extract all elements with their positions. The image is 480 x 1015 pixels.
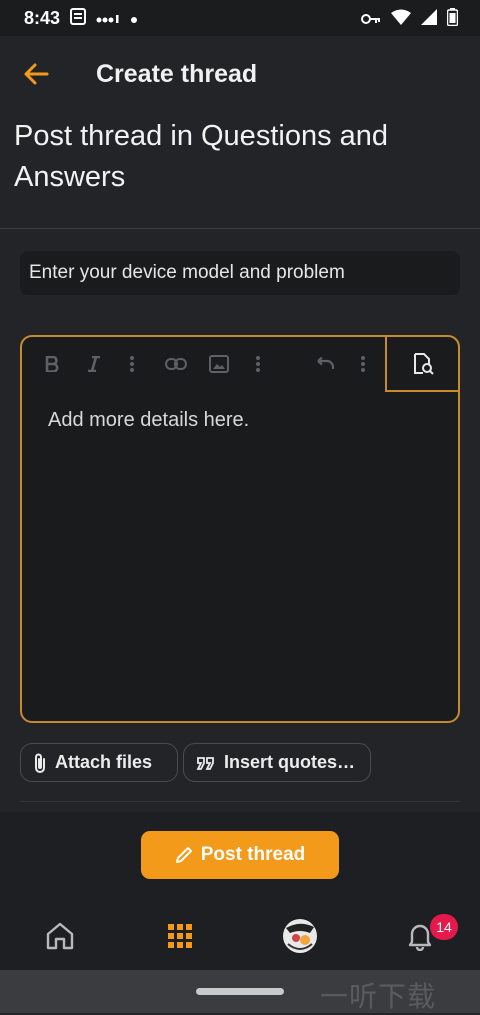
preview-button[interactable] [385, 337, 458, 392]
wifi-icon [391, 9, 411, 30]
watermark: 一听下载 [320, 981, 437, 1012]
preview-icon [413, 352, 434, 375]
forum-heading: Post thread in Questions and Answers [14, 120, 389, 193]
status-time: 8:43 [24, 7, 61, 28]
battery-icon [446, 8, 459, 31]
post-thread-button[interactable]: Post thread [141, 831, 339, 879]
thread-title-input[interactable]: Enter your device model and problem [20, 251, 460, 295]
notification-badge: 14 [430, 914, 458, 940]
avatar [283, 919, 317, 953]
home-gesture-pill[interactable] [196, 988, 284, 995]
page-title: Create thread [96, 59, 258, 88]
nav-home[interactable] [40, 916, 80, 956]
italic-icon[interactable] [81, 351, 107, 377]
home-icon [46, 922, 74, 950]
paperclip-icon [35, 753, 45, 773]
message-editor[interactable]: Add more details here. [20, 335, 460, 723]
quote-icon [196, 756, 214, 770]
post-thread-label: Post thread [200, 844, 306, 865]
cell-signal-icon [421, 9, 437, 30]
clipboard-icon [70, 7, 87, 30]
bottom-nav [0, 906, 480, 968]
apps-grid-icon [168, 924, 192, 948]
divider [0, 228, 480, 229]
editor-placeholder: Add more details here. [48, 409, 250, 431]
editor-toolbar [22, 337, 458, 392]
nav-profile[interactable] [280, 916, 320, 956]
bold-icon[interactable] [39, 351, 65, 377]
divider [20, 801, 460, 802]
nav-apps[interactable] [160, 916, 200, 956]
insert-quotes-label: Insert quotes… [224, 752, 356, 772]
pencil-icon [175, 847, 192, 863]
signal-dots-icon [96, 8, 120, 29]
undo-icon[interactable] [311, 351, 337, 377]
more-vert-icon[interactable] [350, 351, 376, 377]
insert-quotes-button[interactable]: Insert quotes… [183, 743, 371, 782]
image-icon[interactable] [206, 351, 232, 377]
attach-files-label: Attach files [55, 752, 153, 772]
attach-files-button[interactable]: Attach files [20, 743, 178, 782]
app-bar: Create thread [0, 36, 480, 112]
more-vert-icon[interactable] [245, 351, 271, 377]
key-icon [361, 9, 381, 30]
link-icon[interactable] [163, 351, 189, 377]
back-button[interactable] [16, 54, 56, 94]
status-bar: 8:43 [0, 0, 480, 36]
arrow-left-icon [24, 63, 49, 85]
thread-title-placeholder: Enter your device model and problem [29, 262, 345, 283]
dot-icon [130, 8, 138, 29]
more-vert-icon[interactable] [119, 351, 145, 377]
